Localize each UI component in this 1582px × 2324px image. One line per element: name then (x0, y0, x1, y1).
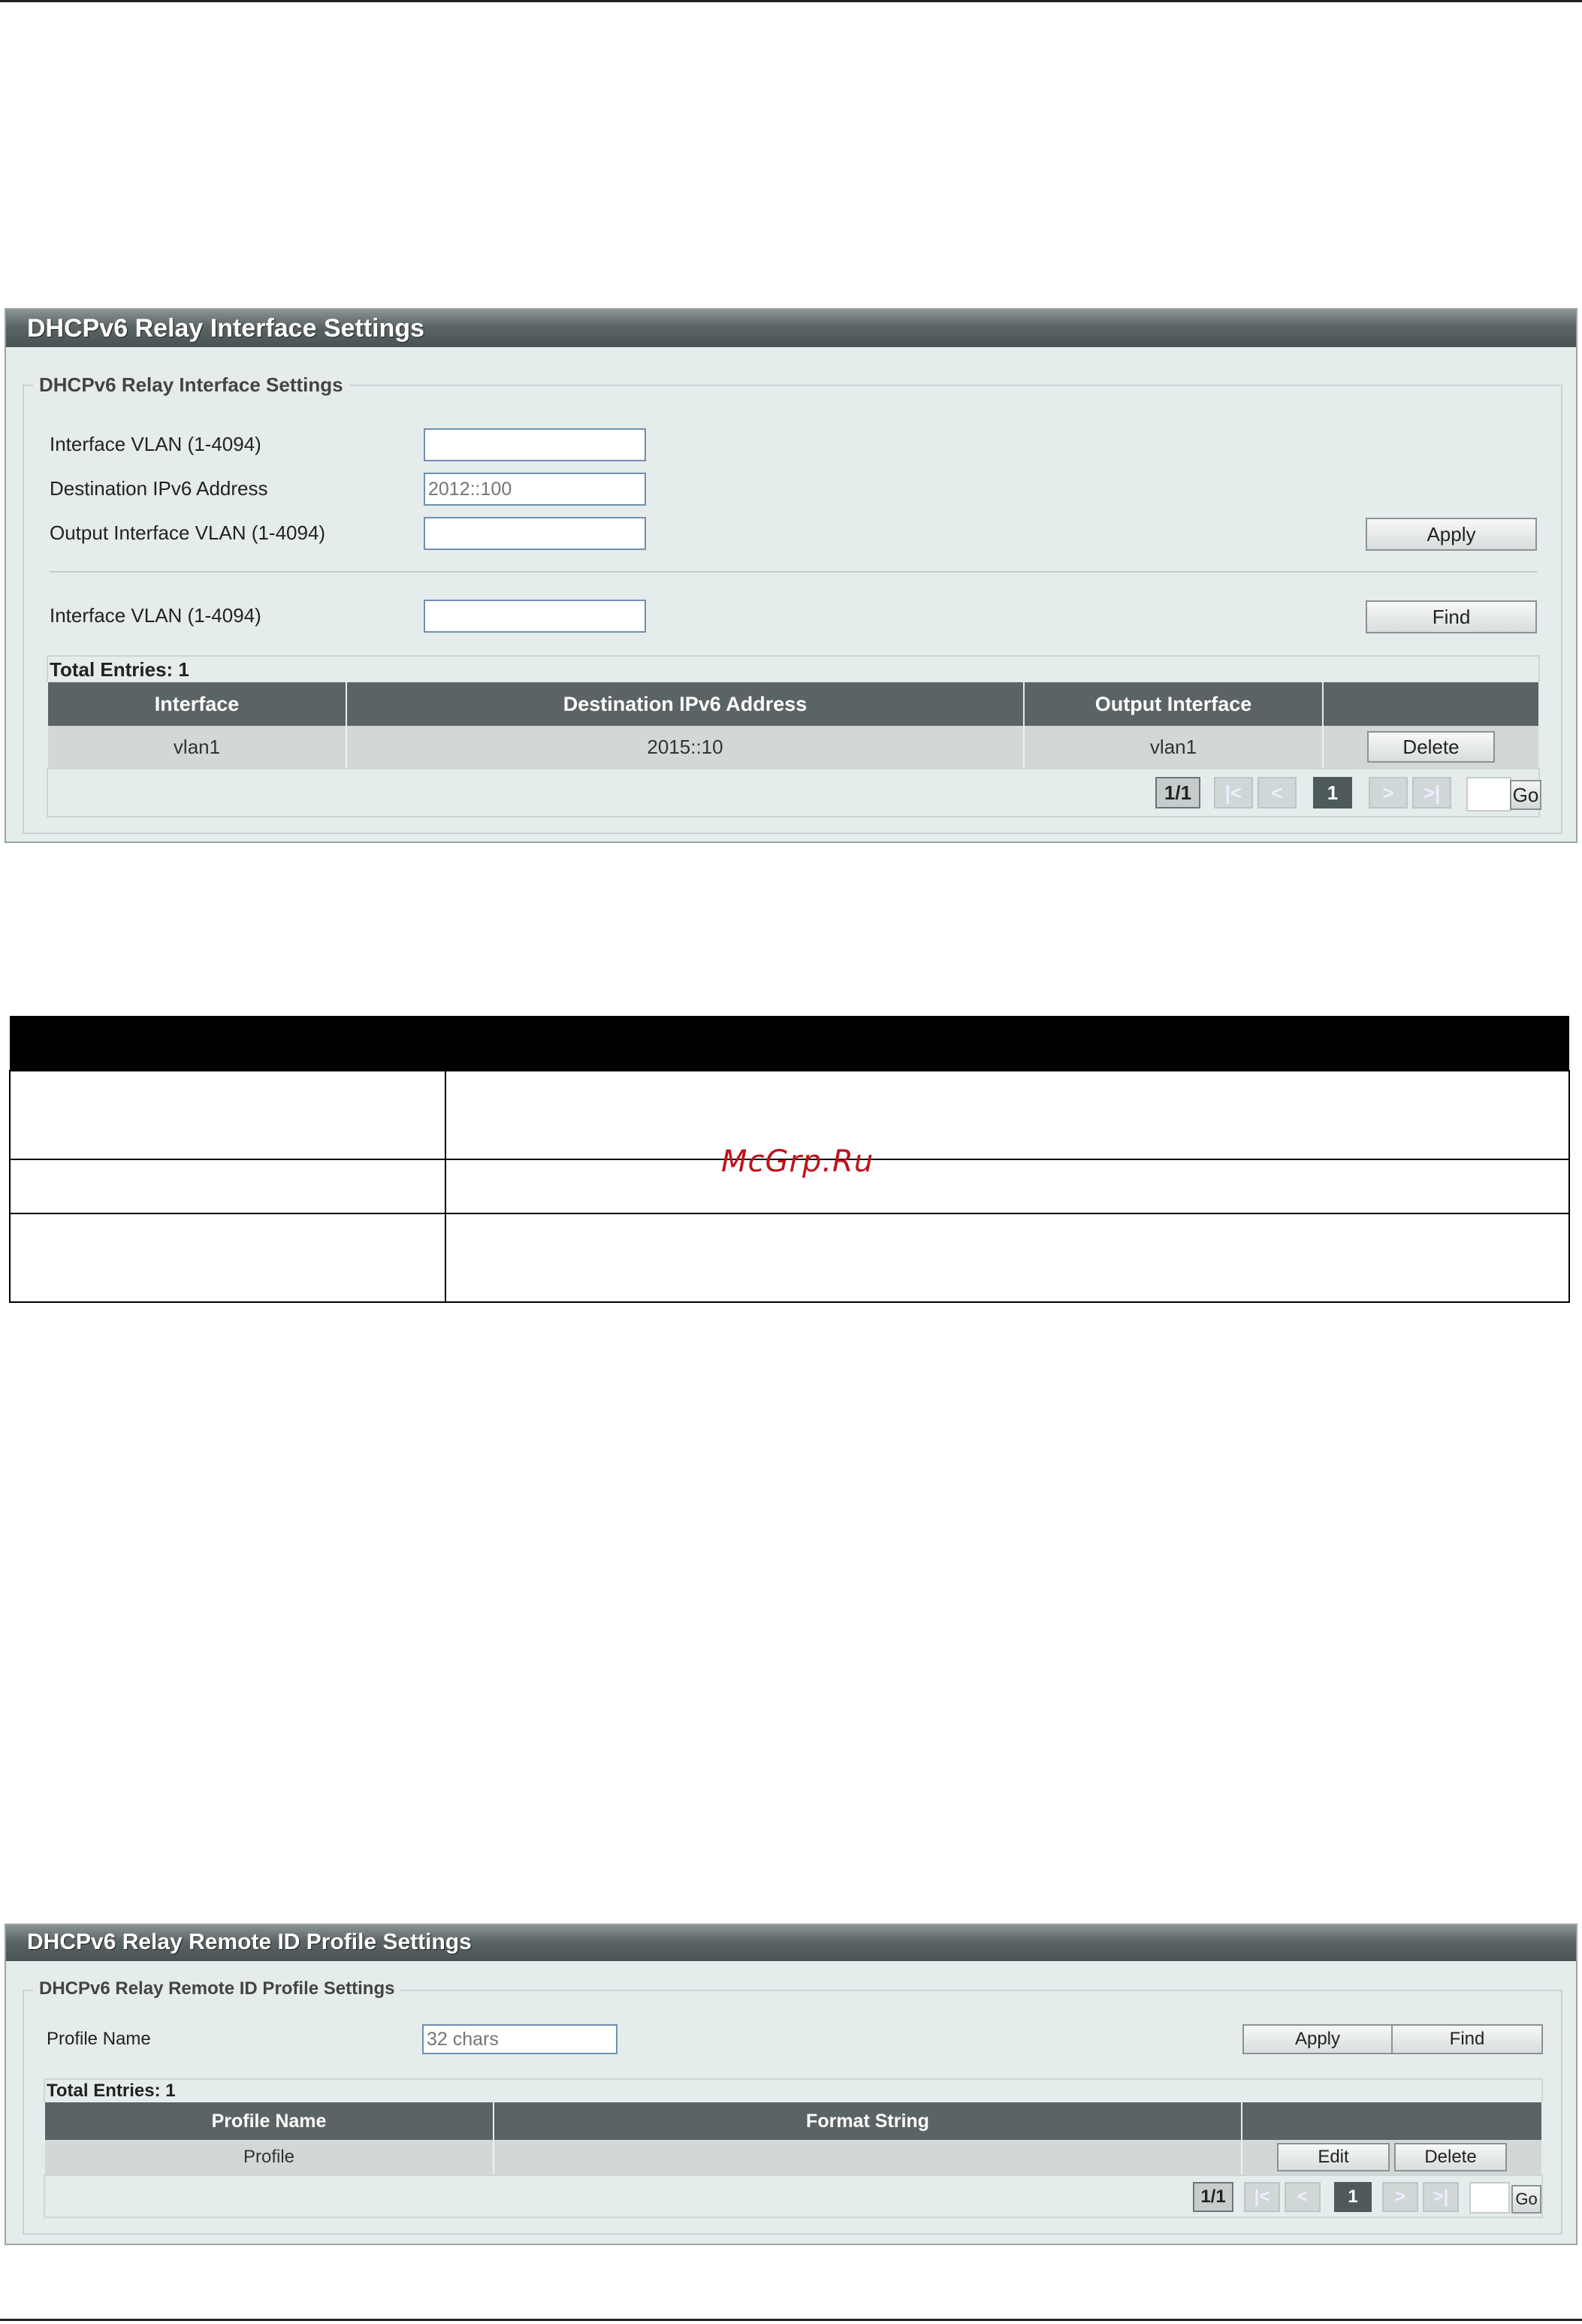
page-number-input[interactable] (1466, 777, 1511, 811)
cell-interface: vlan1 (48, 726, 347, 768)
destination-ipv6-input[interactable] (424, 473, 646, 506)
interface-vlan-label: Interface VLAN (1-4094) (50, 433, 261, 455)
separator (50, 571, 1537, 573)
interface-vlan-input[interactable] (424, 428, 646, 461)
table-header: Interface Destination IPv6 Address Outpu… (48, 682, 1538, 726)
delete-button[interactable]: Delete (1367, 731, 1495, 763)
col-profile-name: Profile Name (45, 2102, 494, 2140)
description-cell (445, 1213, 1570, 1303)
col-actions (1242, 2102, 1541, 2140)
current-page-button[interactable]: 1 (1313, 777, 1352, 808)
cell-action: Delete (1324, 726, 1538, 768)
page-number-input[interactable] (1469, 2182, 1510, 2214)
delete-button[interactable]: Delete (1394, 2143, 1507, 2171)
description-table-header (10, 1016, 1569, 1071)
last-page-button[interactable]: >| (1412, 777, 1451, 808)
pagination: 1/1 |< < 1 > >| Go (44, 2174, 1543, 2218)
col-interface: Interface (48, 682, 347, 726)
page-info: 1/1 (1155, 777, 1200, 808)
fieldset-legend: DHCPv6 Relay Remote ID Profile Settings (33, 1978, 401, 1999)
watermark: McGrp.Ru (721, 1144, 874, 1179)
remote-id-fieldset: DHCPv6 Relay Remote ID Profile Settings … (23, 1978, 1562, 2235)
cell-profile-name: Profile (45, 2140, 494, 2174)
output-interface-vlan-label: Output Interface VLAN (1-4094) (50, 521, 326, 544)
fieldset-legend: DHCPv6 Relay Interface Settings (33, 373, 349, 397)
panel-title: DHCPv6 Relay Remote ID Profile Settings (6, 1925, 1576, 1961)
header-cell-parameter (10, 1016, 445, 1071)
find-button[interactable]: Find (1391, 2024, 1543, 2054)
top-rule (0, 0, 1582, 2)
table-row: vlan1 2015::10 vlan1 Delete (48, 726, 1538, 768)
next-page-button[interactable]: > (1382, 2182, 1418, 2212)
prev-page-button[interactable]: < (1285, 2182, 1321, 2212)
find-interface-vlan-input[interactable] (424, 600, 646, 633)
apply-button[interactable]: Apply (1366, 518, 1537, 551)
pagination: 1/1 |< < 1 > >| Go (47, 768, 1541, 817)
table-row: Profile Edit Delete (45, 2140, 1541, 2174)
current-page-button[interactable]: 1 (1334, 2182, 1372, 2212)
total-entries: Total Entries: 1 (44, 2078, 1543, 2102)
profile-name-input[interactable] (422, 2024, 617, 2054)
bottom-rule (0, 2319, 1582, 2321)
interface-settings-panel: DHCPv6 Relay Interface Settings DHCPv6 R… (5, 308, 1577, 843)
description-cell (445, 1070, 1570, 1160)
go-button[interactable]: Go (1511, 2185, 1541, 2214)
col-output-interface: Output Interface (1025, 682, 1324, 726)
description-cell (9, 1159, 446, 1214)
destination-ipv6-label: Destination IPv6 Address (50, 477, 268, 500)
cell-output: vlan1 (1025, 726, 1324, 768)
panel-title: DHCPv6 Relay Interface Settings (6, 310, 1576, 347)
description-cell (9, 1070, 446, 1160)
table-header: Profile Name Format String (45, 2102, 1541, 2140)
cell-destination: 2015::10 (347, 726, 1025, 768)
col-action (1324, 682, 1538, 726)
profile-name-label: Profile Name (47, 2029, 151, 2049)
description-cell (9, 1213, 446, 1303)
first-page-button[interactable]: |< (1244, 2182, 1280, 2212)
apply-button[interactable]: Apply (1242, 2024, 1393, 2054)
description-row (9, 1213, 1570, 1303)
find-button[interactable]: Find (1366, 600, 1537, 633)
output-interface-vlan-input[interactable] (424, 517, 646, 550)
col-format-string: Format String (494, 2102, 1242, 2140)
cell-actions: Edit Delete (1242, 2140, 1541, 2174)
description-cell (445, 1159, 1570, 1214)
header-cell-description (445, 1016, 1569, 1071)
next-page-button[interactable]: > (1369, 777, 1408, 808)
prev-page-button[interactable]: < (1257, 777, 1297, 808)
page-info: 1/1 (1193, 2182, 1233, 2212)
edit-button[interactable]: Edit (1277, 2143, 1390, 2171)
interface-settings-fieldset: DHCPv6 Relay Interface Settings Interfac… (23, 373, 1562, 834)
cell-format-string (494, 2140, 1242, 2174)
find-interface-vlan-label: Interface VLAN (1-4094) (50, 604, 261, 627)
go-button[interactable]: Go (1510, 780, 1541, 810)
col-destination-ipv6: Destination IPv6 Address (347, 682, 1025, 726)
last-page-button[interactable]: >| (1423, 2182, 1459, 2212)
remote-id-profile-panel: DHCPv6 Relay Remote ID Profile Settings … (5, 1924, 1577, 2245)
total-entries: Total Entries: 1 (47, 655, 1540, 682)
first-page-button[interactable]: |< (1214, 777, 1253, 808)
